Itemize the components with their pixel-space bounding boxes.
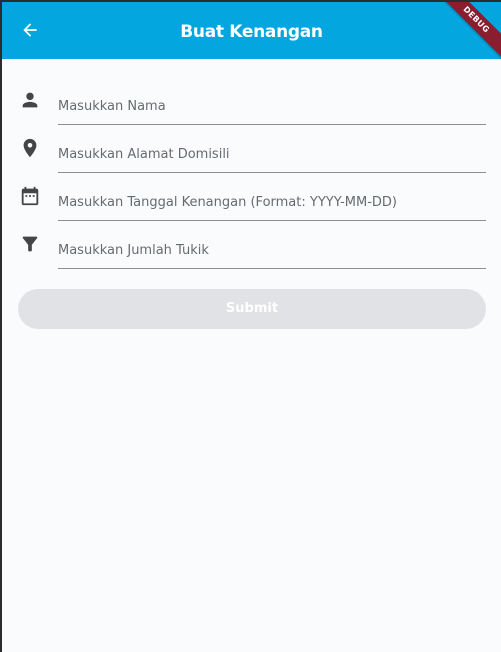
filter-icon (19, 233, 41, 255)
page-title: Buat Kenangan (180, 22, 323, 42)
date-row (2, 155, 501, 221)
hatchling-count-field[interactable] (58, 229, 486, 269)
address-row (2, 107, 501, 173)
name-row (2, 59, 501, 125)
app-bar: Buat Kenangan (2, 2, 501, 59)
submit-button[interactable]: Submit (18, 289, 486, 329)
app-window: Buat Kenangan DEBUG Masukkan Nama Masukk… (2, 2, 501, 652)
hatchling-count-row (2, 203, 501, 269)
